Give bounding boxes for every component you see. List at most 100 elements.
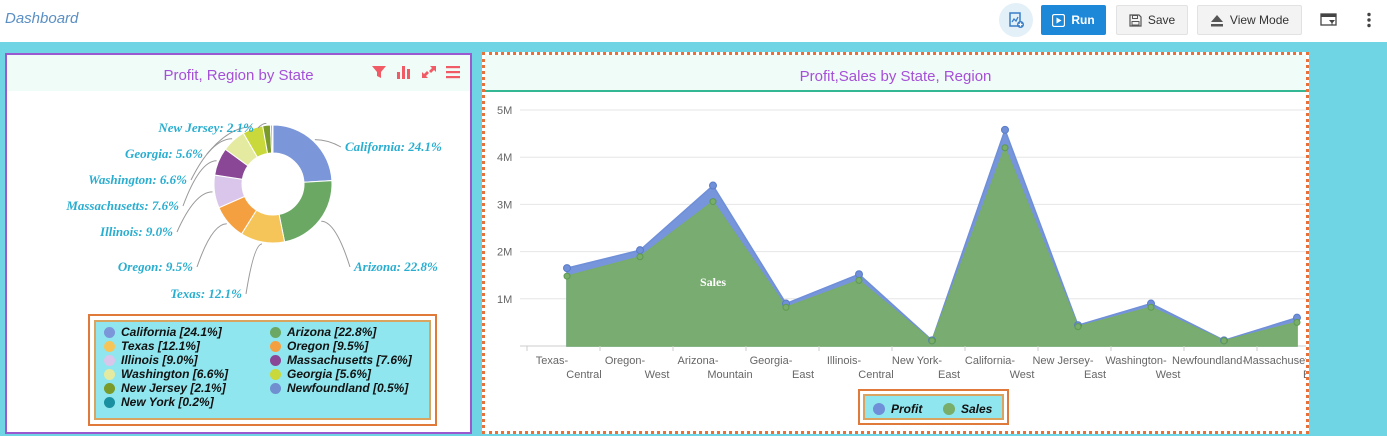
legend-item[interactable]: Arizona [22.8%] xyxy=(270,325,376,339)
donut-slice-california[interactable] xyxy=(272,124,333,183)
data-point-sales[interactable] xyxy=(928,337,936,345)
data-point-profit[interactable] xyxy=(636,246,644,255)
filter-icon[interactable] xyxy=(371,65,387,79)
legend-label: Arizona [22.8%] xyxy=(287,325,377,339)
floppy-icon xyxy=(1129,13,1142,27)
profit-region-widget[interactable]: Profit, Region by State California: 24.1… xyxy=(5,53,472,434)
data-point-sales[interactable] xyxy=(1074,323,1082,331)
data-point-sales[interactable] xyxy=(1001,144,1009,152)
legend-item[interactable]: Oregon [9.5%] xyxy=(270,339,368,353)
legend-swatch xyxy=(104,354,115,366)
data-point-sales[interactable] xyxy=(636,253,644,261)
data-point-sales[interactable] xyxy=(1147,303,1155,311)
x-tick-label: Georgia- xyxy=(750,355,793,367)
bar-chart-icon[interactable] xyxy=(396,65,412,79)
leader-line xyxy=(321,220,351,268)
legend-swatch xyxy=(104,368,115,380)
x-tick-label: California- xyxy=(965,355,1015,367)
y-tick-label: 5M xyxy=(497,105,512,117)
legend-item[interactable]: Sales xyxy=(943,402,992,416)
legend-item[interactable]: Newfoundland [0.5%] xyxy=(270,381,408,395)
x-tick-label-line2: East xyxy=(938,369,960,381)
legend-item[interactable]: Georgia [5.6%] xyxy=(270,367,371,381)
legend-swatch xyxy=(943,403,955,415)
legend-label: Washington [6.6%] xyxy=(121,367,229,381)
slice-label: Massachusetts: 7.6% xyxy=(65,198,179,213)
legend-item[interactable]: Washington [6.6%] xyxy=(104,367,228,381)
x-tick-label-line2: East xyxy=(1303,369,1306,381)
legend-swatch xyxy=(270,354,281,366)
x-tick-label-line2: East xyxy=(792,369,814,381)
filter-panel-button[interactable] xyxy=(1316,5,1342,35)
area-series-sales[interactable] xyxy=(566,145,1298,347)
more-options-button[interactable] xyxy=(1358,5,1380,35)
slice-label: California: 24.1% xyxy=(345,139,442,154)
add-report-button[interactable] xyxy=(999,3,1033,37)
legend-label: Profit xyxy=(891,402,923,416)
x-tick-label: Texas- xyxy=(536,355,569,367)
page-title: Dashboard xyxy=(5,10,79,27)
data-point-profit[interactable] xyxy=(563,264,571,273)
data-point-profit[interactable] xyxy=(709,181,717,190)
legend-item[interactable]: Texas [12.1%] xyxy=(104,339,200,353)
legend-swatch xyxy=(104,382,115,394)
profit-sales-widget[interactable]: Profit,Sales by State, Region 1M 2M 3M 4M 5M… xyxy=(482,52,1309,434)
legend-item[interactable]: New Jersey [2.1%] xyxy=(104,381,226,395)
x-tick-label-line2: East xyxy=(1084,369,1106,381)
vertical-dots-icon xyxy=(1367,12,1371,28)
legend-item[interactable]: Illinois [9.0%] xyxy=(104,353,198,367)
data-point-sales[interactable] xyxy=(855,276,863,284)
data-point-sales[interactable] xyxy=(563,272,571,280)
legend-swatch xyxy=(104,326,115,338)
slice-label: Illinois: 9.0% xyxy=(99,224,173,239)
leader-line xyxy=(245,243,263,295)
x-tick-label-line2: Mountain xyxy=(707,369,752,381)
legend-swatch xyxy=(104,340,115,352)
expand-icon[interactable] xyxy=(421,65,437,79)
x-tick-label: Illinois- xyxy=(827,355,862,367)
data-point-profit[interactable] xyxy=(1001,125,1009,134)
save-button[interactable]: Save xyxy=(1116,5,1188,35)
leader-line xyxy=(196,223,227,268)
legend-swatch xyxy=(270,340,281,352)
x-tick-label: Massachusetts- xyxy=(1243,355,1306,367)
legend-label: New York [0.2%] xyxy=(121,395,214,409)
y-tick-label: 1M xyxy=(497,294,512,306)
x-tick-label: Washington- xyxy=(1105,355,1167,367)
legend-label: California [24.1%] xyxy=(121,325,222,339)
data-point-sales[interactable] xyxy=(1220,337,1228,345)
view-mode-button[interactable]: View Mode xyxy=(1197,5,1302,35)
hamburger-menu-icon[interactable] xyxy=(446,65,460,79)
donut-slice-arizona[interactable] xyxy=(278,180,333,243)
legend-item[interactable]: Massachusetts [7.6%] xyxy=(270,353,412,367)
legend-label: New Jersey [2.1%] xyxy=(121,381,226,395)
widget-header: Profit, Region by State xyxy=(7,55,470,91)
x-tick-label: Arizona- xyxy=(678,355,719,367)
slice-label: Washington: 6.6% xyxy=(88,172,187,187)
data-point-sales[interactable] xyxy=(709,198,717,206)
area-chart: 1M 2M 3M 4M 5M Texas- Central Oregon- West Arizo… xyxy=(497,105,1306,381)
slice-label: Oregon: 9.5% xyxy=(118,259,193,274)
slice-label: Texas: 12.1% xyxy=(170,286,242,301)
legend-item[interactable]: New York [0.2%] xyxy=(104,395,214,409)
legend-item[interactable]: California [24.1%] xyxy=(104,325,222,339)
x-tick-label-line2: Central xyxy=(858,369,893,381)
donut-slice-new-york[interactable] xyxy=(271,124,274,154)
data-point-sales[interactable] xyxy=(782,303,790,311)
leader-line xyxy=(314,139,342,148)
data-point-profit[interactable] xyxy=(855,270,863,279)
add-report-icon xyxy=(1009,12,1024,28)
legend-swatch xyxy=(270,368,281,380)
widget-title: Profit,Sales by State, Region xyxy=(799,68,992,85)
run-button[interactable]: Run xyxy=(1041,5,1106,35)
legend-label: Texas [12.1%] xyxy=(121,339,200,353)
x-tick-label-line2: West xyxy=(1010,369,1035,381)
filter-window-icon xyxy=(1320,13,1337,26)
view-mode-label: View Mode xyxy=(1229,13,1290,27)
legend-swatch xyxy=(104,396,115,408)
legend-swatch xyxy=(270,326,281,338)
x-tick-label-line2: West xyxy=(645,369,670,381)
data-point-sales[interactable] xyxy=(1293,318,1301,326)
legend-item[interactable]: Profit xyxy=(873,402,922,416)
slice-label: Arizona: 22.8% xyxy=(353,259,438,274)
